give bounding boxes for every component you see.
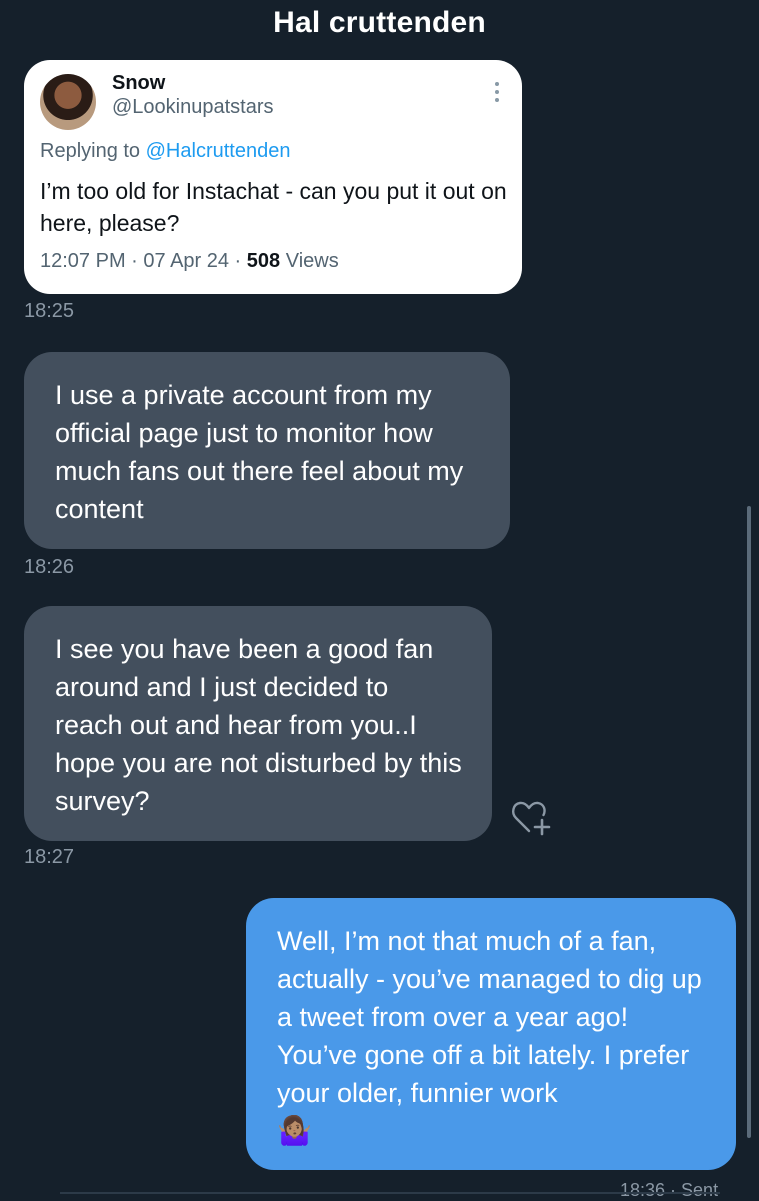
message-bubble-incoming[interactable]: I use a private account from my official… [24,352,510,549]
message-timestamp: 18:27 [24,846,75,868]
reply-handle-link[interactable]: @Halcruttenden [146,140,291,162]
tweet-author-name[interactable]: Snow [112,72,165,95]
divider [60,1192,720,1194]
sent-status: 18:36 · Sent [620,1180,719,1200]
message-timestamp: 18:25 [24,300,75,322]
replying-to-line: Replying to @Halcruttenden [40,140,290,163]
tweet-text: I’m too old for Instachat - can you put … [40,178,507,236]
tweet-meta: 12:07 PM · 07 Apr 24 · 508 Views [40,250,339,273]
tweet-author-handle[interactable]: @Lookinupatstars [112,96,274,119]
tweet-time-date: 12:07 PM · 07 Apr 24 · [40,250,247,272]
message-bubble-incoming[interactable]: I see you have been a good fan around an… [24,606,492,841]
conversation-title: Hal cruttenden [273,6,486,39]
more-vertical-icon[interactable] [494,82,500,104]
tweet-views-label: Views [280,250,339,272]
message-timestamp: 18:26 [24,556,75,578]
avatar[interactable] [40,74,96,130]
message-text: I use a private account from my official… [55,380,464,524]
shrug-emoji: 🤷🏽‍♀️ [277,1115,312,1146]
replying-to-label: Replying to [40,140,146,162]
message-text: Well, I’m not that much of a fan, actual… [277,926,702,1108]
scrollbar[interactable] [747,506,751,1138]
message-bubble-outgoing[interactable]: Well, I’m not that much of a fan, actual… [246,898,736,1170]
quoted-tweet-card[interactable]: Snow @Lookinupatstars Replying to @Halcr… [24,60,522,294]
message-text: I see you have been a good fan around an… [55,634,462,816]
tweet-views-count: 508 [246,250,281,272]
heart-add-icon[interactable] [510,798,554,838]
